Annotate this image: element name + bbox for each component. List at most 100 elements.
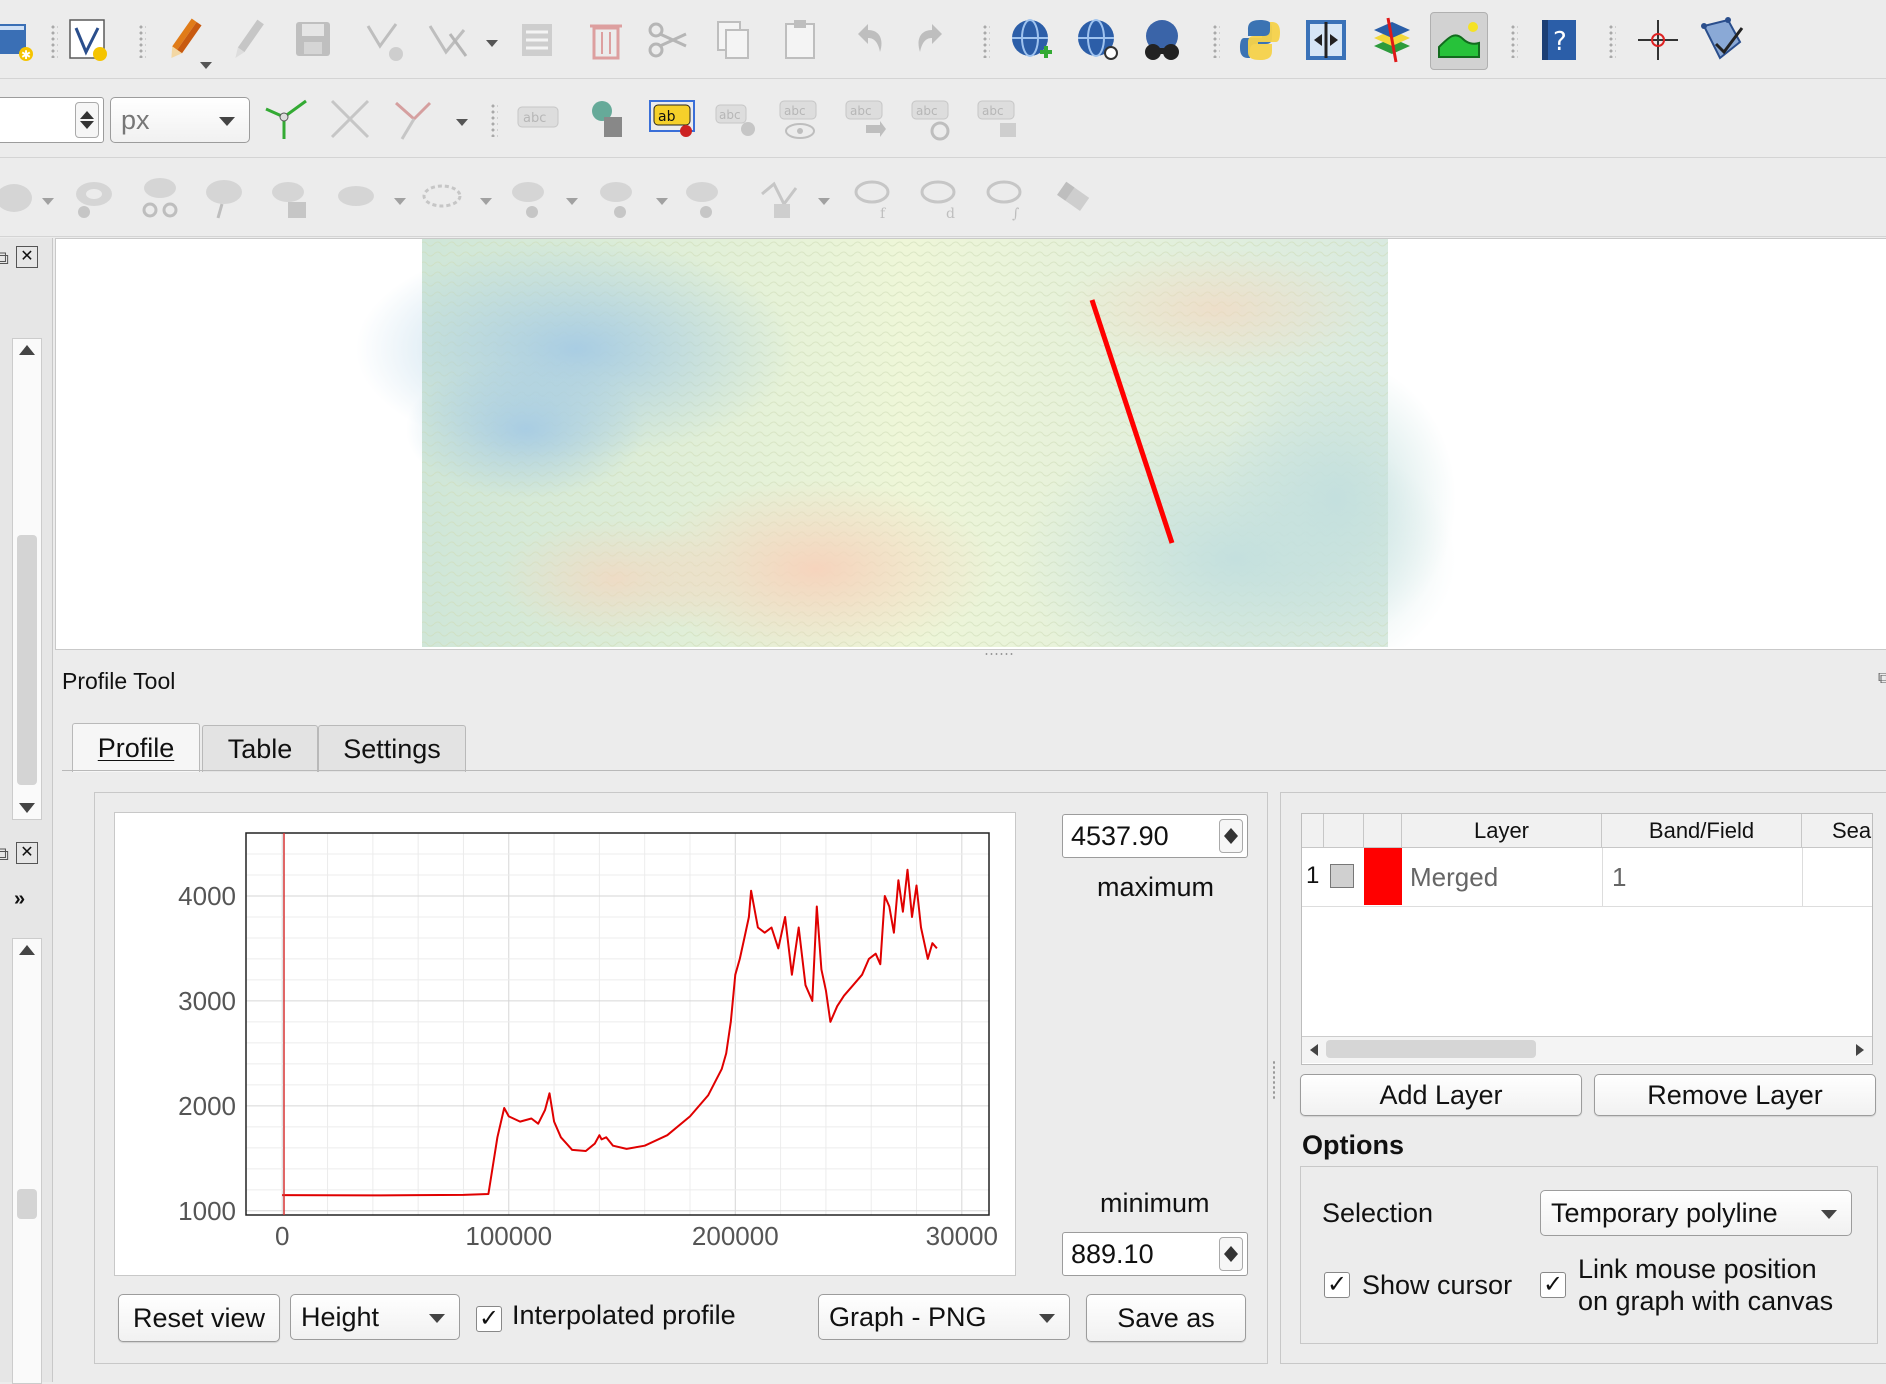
merge-features-icon[interactable] bbox=[502, 170, 558, 226]
svg-text:∫: ∫ bbox=[1012, 206, 1019, 222]
add-ring-icon[interactable] bbox=[66, 170, 122, 226]
add-layer-button[interactable]: Add Layer bbox=[1300, 1074, 1582, 1116]
close-panel-icon[interactable]: ✕ bbox=[16, 246, 38, 268]
copy-icon[interactable] bbox=[704, 12, 760, 68]
coordinate-capture-icon[interactable] bbox=[1630, 12, 1686, 68]
label-rotate-icon[interactable]: abc bbox=[838, 91, 894, 147]
snapping-vertex-icon[interactable] bbox=[258, 91, 314, 147]
profile-plot[interactable]: 4000 3000 2000 1000 0 100000 200000 30000 bbox=[114, 812, 1016, 1276]
x-tick-label: 30000 bbox=[926, 1221, 998, 1251]
header-layer[interactable]: Layer bbox=[1402, 814, 1602, 848]
scrollbar-2[interactable] bbox=[12, 938, 42, 1384]
python-console-icon[interactable] bbox=[1232, 12, 1288, 68]
tab-table[interactable]: Table bbox=[202, 725, 318, 772]
metasearch-icon[interactable] bbox=[1134, 12, 1190, 68]
expand-chevron-icon[interactable]: » bbox=[14, 888, 25, 911]
layer-visible-checkbox[interactable] bbox=[1330, 864, 1354, 888]
label-refresh-icon[interactable]: abc bbox=[904, 91, 960, 147]
edit-pencil-icon[interactable] bbox=[220, 12, 276, 68]
label-pin-icon[interactable] bbox=[578, 91, 634, 147]
toolbar-row-3: f d ∫ bbox=[0, 158, 1886, 237]
curve-f-icon[interactable]: f bbox=[846, 170, 902, 226]
size-unit-combo[interactable]: px bbox=[110, 97, 250, 143]
symbol-size-spinbox[interactable] bbox=[0, 97, 104, 143]
export-format-combo[interactable]: Graph - PNG bbox=[818, 1294, 1070, 1340]
close-panel-icon-2[interactable]: ✕ bbox=[16, 842, 38, 864]
plot-type-combo[interactable]: Height bbox=[290, 1294, 460, 1340]
svg-text:d: d bbox=[946, 206, 955, 222]
minimum-spinbox[interactable]: 889.10 bbox=[1062, 1232, 1248, 1276]
header-search[interactable]: Sear bbox=[1802, 814, 1872, 848]
node-tool-icon[interactable] bbox=[752, 170, 808, 226]
label-show-hide-icon[interactable]: abc bbox=[772, 91, 828, 147]
maximum-spinbox[interactable]: 4537.90 bbox=[1062, 814, 1248, 858]
wms-search-icon[interactable] bbox=[1070, 12, 1126, 68]
paste-icon[interactable] bbox=[772, 12, 828, 68]
add-wms-layer-icon[interactable] bbox=[1004, 12, 1060, 68]
plot-type-value: Height bbox=[301, 1301, 380, 1332]
redo-icon[interactable] bbox=[904, 12, 960, 68]
offset-curve-icon[interactable] bbox=[262, 170, 318, 226]
reset-view-button[interactable]: Reset view bbox=[118, 1294, 280, 1342]
link-mouse-label-line1: Link mouse position bbox=[1578, 1254, 1817, 1284]
vertex-tool-icon[interactable] bbox=[420, 12, 476, 68]
curve-integral-icon[interactable]: ∫ bbox=[978, 170, 1034, 226]
help-icon[interactable]: ? bbox=[1532, 12, 1588, 68]
y-tick-label: 3000 bbox=[178, 986, 236, 1016]
curve-d-icon[interactable]: d bbox=[912, 170, 968, 226]
topology-checker-icon[interactable] bbox=[1694, 12, 1750, 68]
add-feature-icon[interactable] bbox=[356, 12, 412, 68]
tab-settings[interactable]: Settings bbox=[318, 725, 466, 772]
dock-title: Profile Tool bbox=[62, 668, 176, 694]
interpolated-checkbox[interactable]: ✓ bbox=[476, 1306, 502, 1332]
split-features-icon[interactable] bbox=[132, 170, 188, 226]
svg-text:?: ? bbox=[1553, 27, 1567, 57]
selection-combo[interactable]: Temporary polyline bbox=[1540, 1190, 1852, 1236]
cut-icon[interactable] bbox=[640, 12, 696, 68]
float-panel-icon-2[interactable]: ⧉ bbox=[0, 844, 9, 865]
map-swipe-icon[interactable] bbox=[1298, 12, 1354, 68]
label-edit-icon[interactable]: abc bbox=[970, 91, 1026, 147]
simplify-icon[interactable] bbox=[328, 170, 384, 226]
delete-part-icon[interactable] bbox=[414, 170, 470, 226]
move-feature-icon[interactable] bbox=[0, 170, 40, 226]
map-canvas[interactable] bbox=[55, 238, 1886, 650]
undo-icon[interactable] bbox=[840, 12, 896, 68]
rotate-point-icon[interactable] bbox=[676, 170, 732, 226]
splitter-handle[interactable] bbox=[984, 652, 1014, 656]
snapping-intersection-icon[interactable] bbox=[322, 91, 378, 147]
new-shapefile-icon[interactable] bbox=[60, 12, 116, 68]
horizontal-scrollbar[interactable] bbox=[1302, 1036, 1872, 1063]
save-edits-icon[interactable] bbox=[286, 12, 342, 68]
link-mouse-checkbox[interactable]: ✓ bbox=[1540, 1272, 1566, 1298]
tab-profile[interactable]: Profile bbox=[72, 723, 200, 772]
save-as-button[interactable]: Save as bbox=[1086, 1294, 1246, 1342]
layers-profile-icon[interactable] bbox=[1364, 12, 1420, 68]
eraser-icon[interactable] bbox=[1044, 170, 1100, 226]
toggle-editing-icon[interactable] bbox=[156, 12, 212, 68]
vertical-splitter[interactable] bbox=[1272, 1060, 1276, 1100]
svg-text:abc: abc bbox=[850, 104, 872, 118]
profile-series-line bbox=[282, 868, 938, 1197]
remove-layer-button[interactable]: Remove Layer bbox=[1594, 1074, 1876, 1116]
scrollbar[interactable] bbox=[12, 338, 42, 820]
new-layer-icon[interactable]: ✱ bbox=[0, 12, 42, 68]
show-cursor-checkbox[interactable]: ✓ bbox=[1324, 1272, 1350, 1298]
profile-tool-icon[interactable] bbox=[1430, 12, 1488, 70]
float-panel-icon[interactable]: ⧉ bbox=[0, 248, 9, 269]
label-toolbar-icon[interactable]: abc bbox=[510, 91, 566, 147]
modify-attributes-icon[interactable] bbox=[512, 12, 568, 68]
reshape-icon[interactable] bbox=[196, 170, 252, 226]
svg-text:abc: abc bbox=[719, 108, 741, 122]
delete-icon[interactable] bbox=[578, 12, 634, 68]
merge-attributes-icon[interactable] bbox=[590, 170, 646, 226]
table-row[interactable]: 1 Merged 1 bbox=[1302, 848, 1872, 907]
profile-chart-svg: 4000 3000 2000 1000 0 100000 200000 30000 bbox=[178, 832, 998, 1251]
layer-color-swatch[interactable] bbox=[1364, 848, 1402, 905]
header-band-field[interactable]: Band/Field bbox=[1602, 814, 1802, 848]
label-highlight-icon[interactable]: ab bbox=[644, 91, 700, 147]
x-tick-label: 200000 bbox=[692, 1221, 779, 1251]
float-dock-icon[interactable]: ⧉ bbox=[1878, 670, 1886, 688]
snapping-segment-icon[interactable] bbox=[386, 91, 442, 147]
label-move-icon[interactable]: abc bbox=[708, 91, 764, 147]
